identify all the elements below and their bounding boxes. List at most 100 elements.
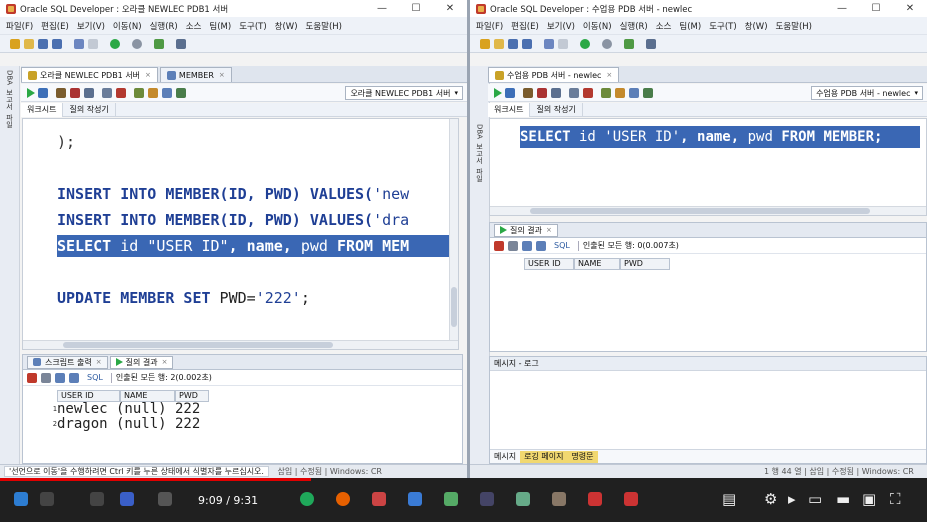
- tab-query-result[interactable]: 질의 결과 ×: [494, 223, 558, 237]
- cast-icon[interactable]: ▣: [862, 490, 876, 508]
- chrome-icon[interactable]: [300, 492, 314, 506]
- save-icon[interactable]: [508, 38, 518, 49]
- app-icon[interactable]: [408, 492, 422, 506]
- menu-source[interactable]: 소스: [656, 20, 672, 32]
- menu-view[interactable]: 보기(V): [77, 20, 105, 32]
- back-icon[interactable]: [110, 38, 120, 49]
- table-row[interactable]: 2dragon (null) 222: [49, 417, 462, 432]
- menu-run[interactable]: 실행(R): [150, 20, 178, 32]
- tab-logging-page[interactable]: 로깅 페이지: [520, 450, 568, 463]
- new-icon[interactable]: [480, 38, 490, 49]
- firefox-icon[interactable]: [336, 492, 350, 506]
- format-icon[interactable]: [176, 87, 186, 98]
- gear-icon[interactable]: ⚙: [764, 490, 777, 508]
- close-tab-icon[interactable]: ×: [96, 358, 102, 366]
- open-folder-icon[interactable]: [494, 38, 504, 49]
- tab-script-output[interactable]: 스크립트 출력 ×: [27, 355, 108, 369]
- redo-icon[interactable]: [558, 38, 568, 49]
- tab-member[interactable]: MEMBER ×: [159, 67, 232, 82]
- close-button[interactable]: ✕: [433, 0, 467, 17]
- subtab-worksheet[interactable]: 워크시트: [488, 102, 531, 117]
- menu-window[interactable]: 창(W): [275, 20, 298, 32]
- back-icon[interactable]: [580, 38, 590, 49]
- tab-query-result[interactable]: 질의 결과 ×: [109, 355, 174, 369]
- right-sql-editor[interactable]: SELECT id 'USER ID', name, pwd FROM MEMB…: [489, 118, 927, 216]
- close-tab-icon[interactable]: ×: [145, 71, 151, 79]
- menu-navigate[interactable]: 이동(N): [583, 20, 612, 32]
- volume-icon[interactable]: [158, 492, 172, 506]
- menu-view[interactable]: 보기(V): [547, 20, 575, 32]
- clear-icon[interactable]: [116, 87, 126, 98]
- close-tab-icon[interactable]: ×: [546, 226, 552, 234]
- right-editor-hscroll[interactable]: [490, 206, 926, 215]
- history-icon[interactable]: [162, 87, 172, 98]
- close-tab-icon[interactable]: ×: [606, 71, 612, 79]
- fullscreen-icon[interactable]: ⛶: [890, 490, 901, 508]
- minimize-button[interactable]: —: [365, 0, 399, 17]
- app-icon[interactable]: [480, 492, 494, 506]
- col-pwd[interactable]: PWD: [620, 258, 670, 270]
- subtab-query-builder[interactable]: 질의 작성기: [63, 102, 116, 117]
- sqldev-taskbar-icon[interactable]: [624, 492, 638, 506]
- col-name[interactable]: NAME: [574, 258, 620, 270]
- run-statement-icon[interactable]: [494, 87, 502, 98]
- menu-file[interactable]: 파일(F): [476, 20, 503, 32]
- col-user-id[interactable]: USER ID: [524, 258, 574, 270]
- dba-side-tab[interactable]: DBA: [476, 124, 484, 139]
- tab-statements[interactable]: 명령문: [567, 450, 598, 463]
- hscroll-thumb[interactable]: [530, 208, 870, 214]
- forward-icon[interactable]: [132, 38, 142, 49]
- format-icon[interactable]: [643, 87, 653, 98]
- sql-tuning-icon[interactable]: [601, 87, 611, 98]
- connection-selector[interactable]: 오라클 NEWLEC PDB1 서버 ▾: [345, 86, 463, 100]
- menu-team[interactable]: 팀(M): [679, 20, 701, 32]
- save-all-icon[interactable]: [522, 38, 532, 49]
- refresh-icon[interactable]: [55, 372, 65, 383]
- maximize-button[interactable]: ☐: [859, 0, 893, 17]
- minimize-button[interactable]: —: [825, 0, 859, 17]
- pin-icon[interactable]: [27, 372, 37, 383]
- close-tab-icon[interactable]: ×: [219, 71, 225, 79]
- app-icon[interactable]: [552, 492, 566, 506]
- maximize-button[interactable]: ☐: [399, 0, 433, 17]
- sql-link[interactable]: SQL: [554, 241, 570, 250]
- forward-icon[interactable]: [602, 38, 612, 49]
- menu-window[interactable]: 창(W): [745, 20, 768, 32]
- pause-icon[interactable]: [90, 492, 104, 506]
- run-icon[interactable]: [624, 38, 634, 49]
- menu-edit[interactable]: 편집(E): [511, 20, 539, 32]
- eraser-icon[interactable]: [615, 87, 625, 98]
- video-progress-bar[interactable]: [0, 478, 312, 481]
- binoculars-icon[interactable]: [646, 38, 656, 49]
- close-button[interactable]: ✕: [893, 0, 927, 17]
- left-editor-vscroll[interactable]: [449, 119, 458, 341]
- app-icon[interactable]: [516, 492, 530, 506]
- run-script-icon[interactable]: [505, 87, 515, 98]
- connection-selector[interactable]: 수업용 PDB 서버 - newlec ▾: [811, 86, 923, 100]
- close-tab-icon[interactable]: ×: [162, 358, 168, 366]
- pin-icon[interactable]: [494, 240, 504, 251]
- table-row[interactable]: 1newlec (null) 222: [49, 402, 462, 417]
- reports-side-tab[interactable]: 보고서: [475, 143, 485, 164]
- dba-side-tab[interactable]: DBA: [6, 70, 14, 85]
- menu-tools[interactable]: 도구(T): [239, 20, 266, 32]
- run-statement-icon[interactable]: [27, 87, 35, 98]
- menu-edit[interactable]: 편집(E): [41, 20, 69, 32]
- save-all-icon[interactable]: [52, 38, 62, 49]
- subtab-worksheet[interactable]: 워크시트: [21, 102, 64, 117]
- app-icon[interactable]: [372, 492, 386, 506]
- export-icon[interactable]: [536, 240, 546, 251]
- files-side-tab[interactable]: 파일: [5, 114, 15, 128]
- reports-side-tab[interactable]: 보고서: [5, 89, 15, 110]
- subtitles-icon[interactable]: ▤: [722, 490, 736, 508]
- run-icon[interactable]: [154, 38, 164, 49]
- tab-messages[interactable]: 메시지: [490, 451, 520, 463]
- app-icon[interactable]: [444, 492, 458, 506]
- menu-tools[interactable]: 도구(T): [709, 20, 736, 32]
- new-icon[interactable]: [10, 38, 20, 49]
- undo-icon[interactable]: [544, 38, 554, 49]
- menu-navigate[interactable]: 이동(N): [113, 20, 142, 32]
- previous-icon[interactable]: [40, 492, 54, 506]
- autotrace-icon[interactable]: [569, 87, 579, 98]
- miniplayer-icon[interactable]: ▭: [808, 490, 822, 508]
